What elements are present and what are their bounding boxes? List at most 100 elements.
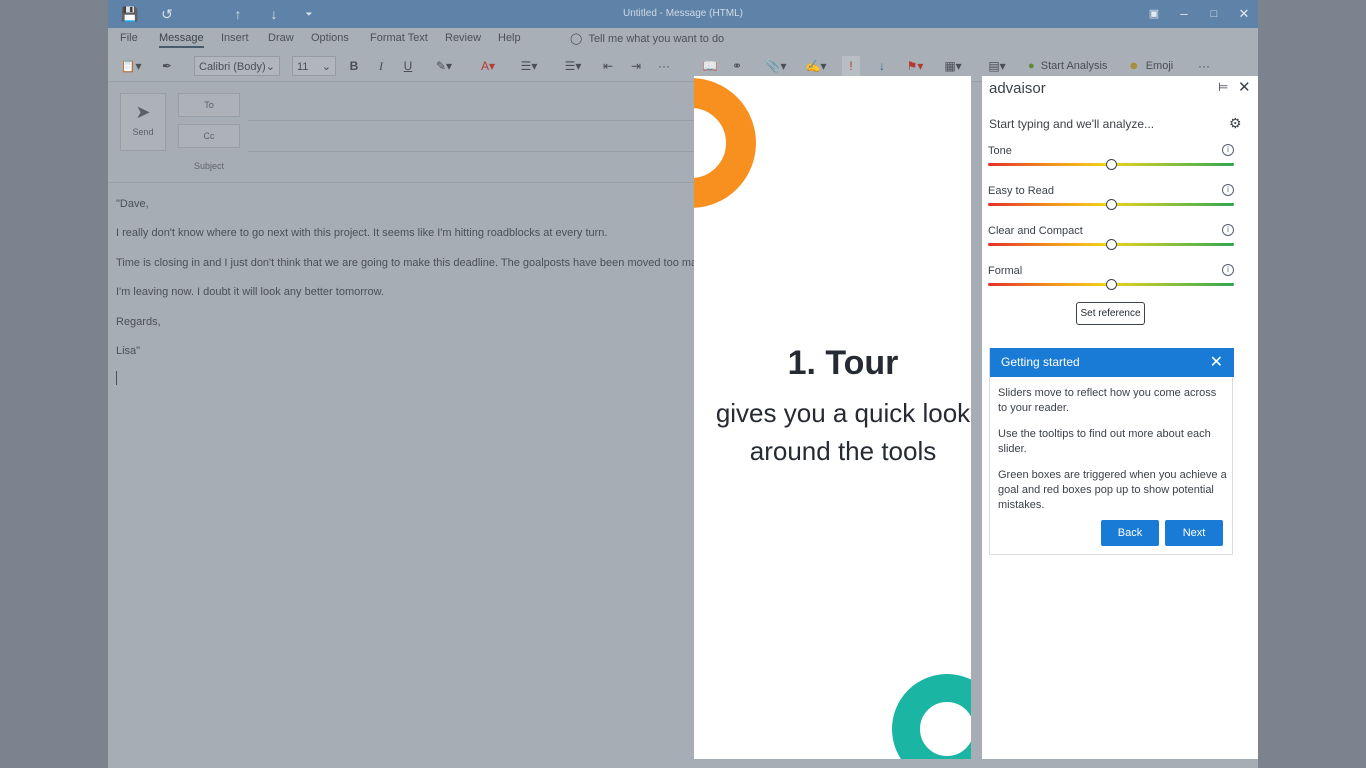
tour-subtext: gives you a quick look around the tools	[715, 398, 971, 466]
menu-insert[interactable]: Insert	[221, 32, 249, 44]
increase-indent-icon[interactable]: ⇥	[628, 56, 644, 76]
cc-button[interactable]: Cc	[178, 124, 240, 148]
compose-header: ➤ Send To Cc Subject	[108, 83, 694, 183]
right-margin	[1258, 0, 1366, 768]
send-button[interactable]: ➤ Send	[120, 93, 166, 151]
to-button[interactable]: To	[178, 93, 240, 117]
address-book-icon[interactable]: 📖	[702, 56, 718, 76]
next-button[interactable]: Next	[1165, 520, 1223, 546]
info-icon[interactable]: i	[1222, 184, 1234, 196]
message-body[interactable]: "Dave, I really don't know where to go n…	[116, 196, 694, 372]
chevron-down-icon: ⌄	[265, 61, 275, 73]
set-reference-button[interactable]: Set reference	[1076, 302, 1145, 325]
getting-started-title: Getting started	[1001, 355, 1080, 369]
window-title: Untitled - Message (HTML)	[622, 8, 744, 19]
emoji-button[interactable]: ☻ Emoji	[1128, 56, 1186, 76]
bold-button[interactable]: B	[346, 56, 362, 76]
info-icon[interactable]: i	[1222, 144, 1234, 156]
follow-up-flag-icon[interactable]: ⚑▾	[902, 56, 928, 76]
text-cursor	[116, 371, 117, 385]
font-name-value: Calibri (Body)	[199, 61, 266, 73]
green-ring-decoration	[892, 674, 971, 759]
slider-formal[interactable]: Formal i	[988, 264, 1234, 297]
menu-options[interactable]: Options	[311, 32, 349, 44]
tell-me-box[interactable]: ◯ Tell me what you want to do	[570, 32, 724, 45]
font-name-select[interactable]: Calibri (Body) ⌄	[194, 56, 280, 76]
left-margin	[0, 0, 108, 768]
menu-file[interactable]: File	[120, 32, 138, 44]
emoji-icon: ☻	[1128, 60, 1140, 72]
slider-thumb[interactable]	[1106, 199, 1117, 210]
close-panel-icon[interactable]: ✕	[1238, 78, 1251, 96]
high-importance-icon[interactable]: !	[842, 56, 860, 76]
underline-button[interactable]: U	[400, 56, 416, 76]
to-field[interactable]	[248, 120, 694, 121]
menu-bar: File Message Insert Draw Options Format …	[108, 28, 1258, 50]
header-divider	[108, 182, 694, 183]
slider-thumb[interactable]	[1106, 279, 1117, 290]
minimize-button[interactable]: –	[1174, 5, 1194, 23]
format-painter-icon[interactable]: ✒	[158, 56, 176, 76]
more-commands-icon[interactable]: ···	[1194, 56, 1214, 76]
getting-started-header: Getting started ✕	[990, 348, 1234, 377]
body-line: Lisa"	[116, 344, 141, 357]
menu-help[interactable]: Help	[498, 32, 521, 44]
maximize-button[interactable]: □	[1204, 5, 1224, 23]
info-icon[interactable]: i	[1222, 264, 1234, 276]
body-line: I really don't know where to go next wit…	[116, 227, 608, 240]
menu-review[interactable]: Review	[445, 32, 481, 44]
subject-label: Subject	[194, 161, 225, 171]
paste-icon[interactable]: 📋▾	[116, 56, 146, 76]
bullets-icon[interactable]: ☰▾	[512, 56, 546, 76]
menu-message[interactable]: Message	[159, 32, 204, 48]
menu-format-text[interactable]: Format Text	[370, 32, 428, 44]
tour-heading: 1. Tour	[787, 344, 899, 382]
orange-ring-decoration	[694, 78, 756, 208]
body-line: "Dave,	[116, 198, 149, 210]
check-names-icon[interactable]: ⚭	[728, 56, 746, 76]
highlight-icon[interactable]: ✎▾	[428, 56, 460, 76]
attach-file-icon[interactable]: 📎▾	[764, 56, 788, 76]
emoji-label: Emoji	[1145, 60, 1174, 72]
tip-paragraph: Green boxes are triggered when you achie…	[998, 469, 1227, 511]
start-analysis-button[interactable]: ● Start Analysis	[1028, 56, 1120, 76]
slider-clear-and-compact[interactable]: Clear and Compact i	[988, 224, 1234, 257]
signature-icon[interactable]: ✍▾	[804, 56, 828, 76]
ribbon-display-options-icon[interactable]: ▣	[1144, 5, 1164, 23]
gear-icon[interactable]: ⚙	[1229, 115, 1242, 132]
lightbulb-icon: ◯	[570, 33, 583, 45]
title-bar: 💾 ↺ ↑ ↓ ⏷ Untitled - Message (HTML) ▣ – …	[108, 0, 1258, 28]
italic-button[interactable]: I	[373, 56, 389, 76]
menu-draw[interactable]: Draw	[268, 32, 294, 44]
close-icon[interactable]: ✕	[1210, 348, 1223, 377]
slider-label: Clear and Compact	[988, 225, 1083, 237]
start-analysis-label: Start Analysis	[1040, 60, 1108, 72]
sensitivity-icon[interactable]: ▤▾	[984, 56, 1010, 76]
font-size-select[interactable]: 11 ⌄	[292, 56, 336, 76]
tip-paragraph: Sliders move to reflect how you come acr…	[998, 387, 1217, 414]
getting-started-popup: Getting started ✕ Sliders move to reflec…	[989, 348, 1234, 555]
more-formatting-icon[interactable]: ···	[654, 56, 674, 76]
cc-field[interactable]	[248, 151, 694, 152]
low-importance-icon[interactable]: ↓	[874, 56, 890, 76]
decrease-indent-icon[interactable]: ⇤	[600, 56, 616, 76]
categorize-icon[interactable]: ▦▾	[940, 56, 966, 76]
pin-icon[interactable]: ⊨	[1218, 80, 1228, 94]
tour-card: 1. Tour gives you a quick look around th…	[694, 76, 971, 759]
slider-label: Easy to Read	[988, 185, 1055, 197]
slider-thumb[interactable]	[1106, 159, 1117, 170]
back-button[interactable]: Back	[1101, 520, 1159, 546]
font-color-icon[interactable]: A▾	[472, 56, 504, 76]
close-window-button[interactable]: ✕	[1234, 5, 1254, 23]
analysis-logo-icon: ●	[1028, 60, 1035, 72]
body-line: Regards,	[116, 315, 161, 328]
numbering-icon[interactable]: ☰▾	[556, 56, 590, 76]
slider-thumb[interactable]	[1106, 239, 1117, 250]
slider-tone[interactable]: Tone i	[988, 144, 1234, 177]
tell-me-text: Tell me what you want to do	[588, 33, 725, 45]
send-icon: ➤	[135, 102, 151, 122]
info-icon[interactable]: i	[1222, 224, 1234, 236]
body-line: Time is closing in and I just don't thin…	[116, 256, 694, 269]
slider-easy-to-read[interactable]: Easy to Read i	[988, 184, 1234, 217]
slider-label: Tone	[988, 145, 1012, 157]
